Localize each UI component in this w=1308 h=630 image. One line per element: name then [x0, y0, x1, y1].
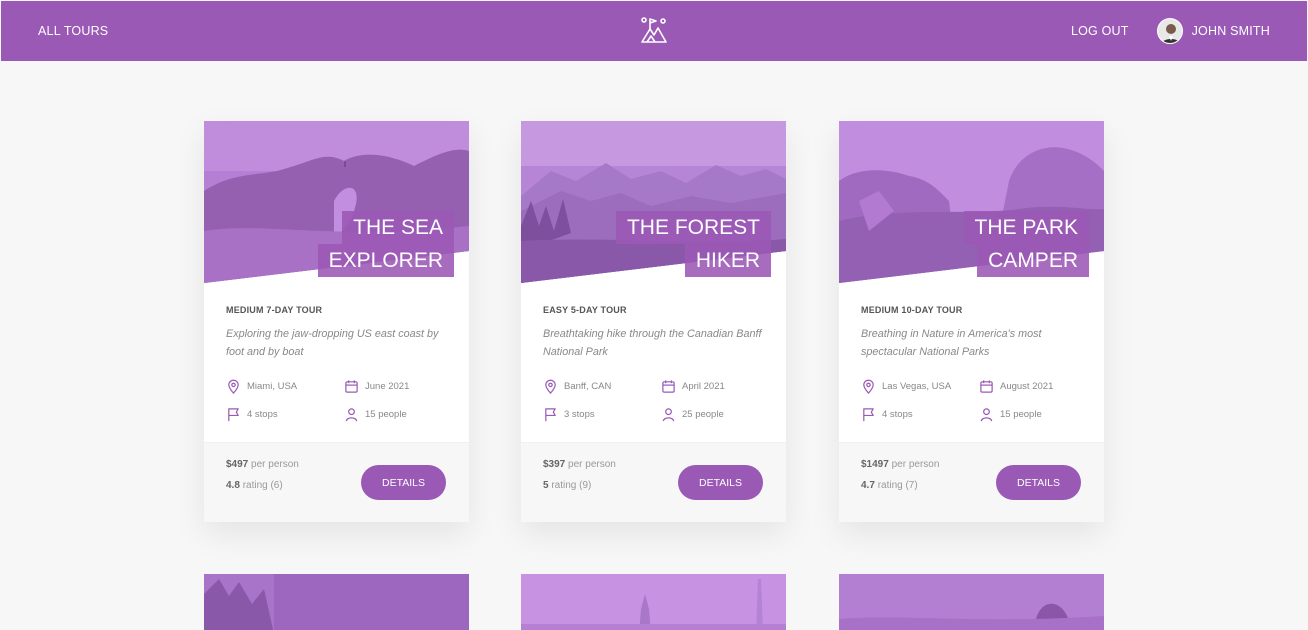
avatar: [1156, 18, 1183, 44]
logout-link[interactable]: Log out: [1071, 24, 1129, 38]
tour-card-partial[interactable]: [204, 574, 469, 630]
tour-date: August 2021: [979, 379, 1079, 394]
stops-text: 4 stops: [247, 409, 278, 420]
card-header: The Park Camper: [839, 121, 1104, 283]
card-header: The Sea Explorer: [204, 121, 469, 283]
logo-icon[interactable]: [639, 15, 669, 45]
flag-icon: [228, 408, 239, 422]
card-header: The Forest Hiker: [521, 121, 786, 283]
card-title: The Park Camper: [963, 211, 1089, 277]
user-profile-link[interactable]: John Smith: [1156, 18, 1270, 44]
card-title-line: Camper: [977, 244, 1089, 277]
site-header: All tours Log out John Smith: [1, 1, 1307, 61]
map-pin-icon: [545, 379, 556, 394]
tour-date: June 2021: [344, 379, 444, 394]
tour-card: The Sea Explorer Medium 7-day tour Explo…: [204, 121, 469, 522]
details-button[interactable]: Details: [996, 465, 1081, 500]
tour-data: Miami, USA June 2021 4 stops 15 people: [226, 379, 447, 422]
date-text: June 2021: [365, 381, 410, 392]
price-unit: per person: [251, 459, 299, 470]
tour-difficulty: Medium 10-day tour: [861, 305, 963, 315]
tour-card-partial[interactable]: [521, 574, 786, 630]
stops-text: 4 stops: [882, 409, 913, 420]
calendar-icon: [980, 380, 993, 393]
rating-value: 5: [543, 480, 549, 491]
card-title-line: The Park: [963, 211, 1089, 244]
details-button[interactable]: Details: [361, 465, 446, 500]
user-icon: [345, 408, 358, 422]
card-footer: $1497 per person 4.7 rating (7) Details: [839, 442, 1104, 522]
tour-data: Las Vegas, USA August 2021 4 stops 15 pe…: [861, 379, 1082, 422]
date-text: April 2021: [682, 381, 725, 392]
map-pin-icon: [863, 379, 874, 394]
card-title-line: The Sea: [342, 211, 454, 244]
tour-summary: Breathing in Nature in America's most sp…: [861, 328, 1042, 358]
tour-summary: Breathtaking hike through the Canadian B…: [543, 328, 762, 358]
tour-location: Banff, CAN: [543, 379, 661, 394]
user-icon: [662, 408, 675, 422]
price-value: $1497: [861, 459, 889, 470]
card-title-line: The Forest: [615, 211, 771, 244]
location-text: Miami, USA: [247, 381, 298, 392]
rating-value: 4.8: [226, 480, 240, 491]
tour-data: Banff, CAN April 2021 3 stops 25 people: [543, 379, 764, 422]
price-unit: per person: [891, 459, 940, 470]
stops-text: 3 stops: [564, 409, 595, 420]
flag-icon: [545, 408, 556, 422]
card-title-line: Hiker: [684, 244, 771, 277]
tour-difficulty: Easy 5-day tour: [543, 305, 627, 315]
tour-location: Las Vegas, USA: [861, 379, 979, 394]
tour-image: [521, 574, 786, 630]
price-unit: per person: [568, 459, 616, 470]
user-nav: Log out John Smith: [1071, 18, 1270, 44]
tour-summary: Exploring the jaw-dropping US east coast…: [226, 328, 439, 358]
tour-stops: 4 stops: [861, 407, 979, 422]
tour-people: 25 people: [661, 407, 761, 422]
all-tours-link[interactable]: All tours: [38, 24, 108, 38]
tour-location: Miami, USA: [226, 379, 344, 394]
tour-difficulty: Medium 7-day tour: [226, 305, 323, 315]
calendar-icon: [662, 380, 675, 393]
card-title-line: Explorer: [317, 244, 454, 277]
flag-icon: [863, 408, 874, 422]
people-text: 15 people: [365, 409, 407, 420]
location-text: Las Vegas, USA: [882, 381, 952, 392]
people-text: 15 people: [1000, 409, 1042, 420]
card-title: The Forest Hiker: [615, 211, 771, 277]
rating-label: rating (9): [551, 480, 592, 491]
calendar-icon: [345, 380, 358, 393]
tour-image: [204, 574, 469, 630]
rating-value: 4.7: [861, 480, 875, 491]
tour-stops: 3 stops: [543, 407, 661, 422]
tour-people: 15 people: [979, 407, 1079, 422]
tour-card: The Park Camper Medium 10-day tour Breat…: [839, 121, 1104, 522]
card-details: Easy 5-day tour Breathtaking hike throug…: [521, 283, 786, 442]
card-title: The Sea Explorer: [317, 211, 454, 277]
rating-label: rating (7): [877, 480, 918, 491]
card-details: Medium 7-day tour Exploring the jaw-drop…: [204, 283, 469, 442]
user-icon: [980, 408, 993, 422]
details-button[interactable]: Details: [678, 465, 763, 500]
card-footer: $497 per person 4.8 rating (6) Details: [204, 442, 469, 522]
tour-image: [839, 574, 1104, 630]
location-text: Banff, CAN: [564, 381, 612, 392]
card-details: Medium 10-day tour Breathing in Nature i…: [839, 283, 1104, 442]
tour-date: April 2021: [661, 379, 761, 394]
tour-card: The Forest Hiker Easy 5-day tour Breatht…: [521, 121, 786, 522]
map-pin-icon: [228, 379, 239, 394]
card-footer: $397 per person 5 rating (9) Details: [521, 442, 786, 522]
price-value: $497: [226, 459, 249, 470]
user-name: John Smith: [1191, 24, 1270, 38]
tour-card-partial[interactable]: [839, 574, 1104, 630]
people-text: 25 people: [682, 409, 724, 420]
rating-label: rating (6): [242, 480, 283, 491]
tour-stops: 4 stops: [226, 407, 344, 422]
date-text: August 2021: [1000, 381, 1054, 392]
price-value: $397: [543, 459, 566, 470]
tour-people: 15 people: [344, 407, 444, 422]
